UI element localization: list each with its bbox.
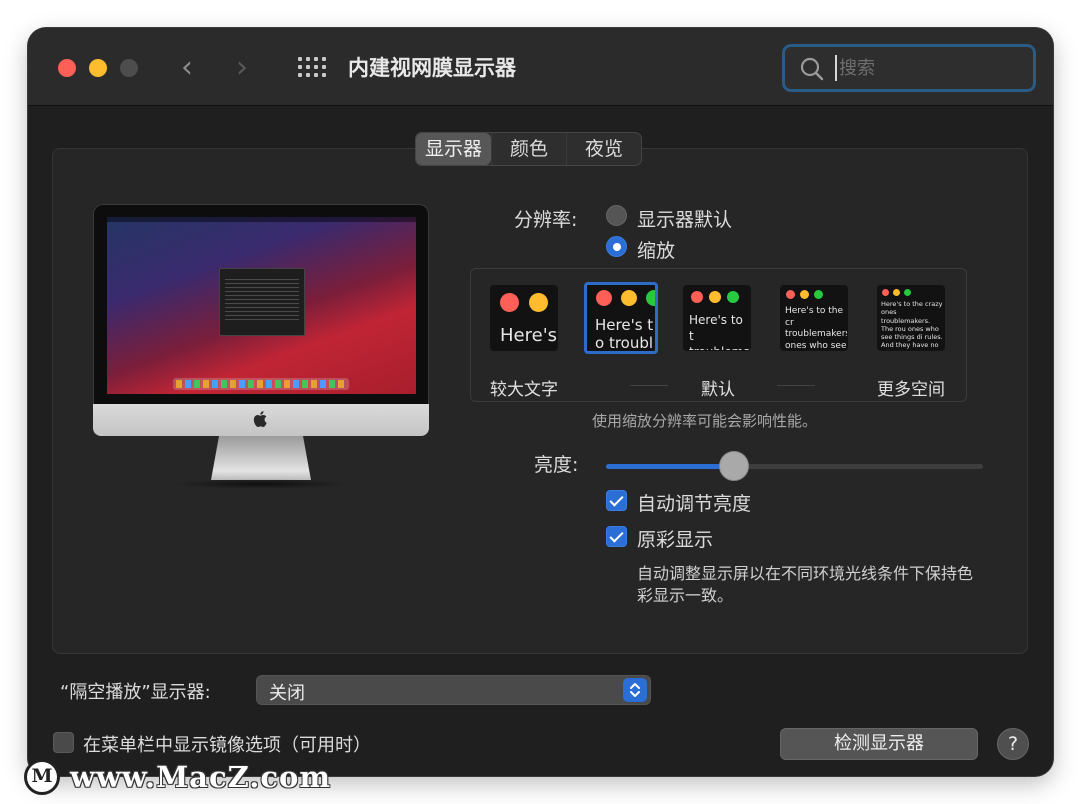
watermark-text: www.MacZ.com [70, 760, 332, 794]
titlebar: ‹ › 内建视网膜显示器 [28, 28, 1053, 106]
scaling-performance-note: 使用缩放分辨率可能会影响性能。 [592, 412, 818, 430]
imac-bezel [93, 204, 429, 404]
system-preferences-window: ‹ › 内建视网膜显示器 显示器 颜色 夜览 [28, 28, 1053, 776]
scale-preview-text: Here's to t troublema ones who [689, 313, 749, 350]
imac-illustration [93, 204, 429, 489]
screen-dock [173, 378, 349, 390]
show-all-grid-icon[interactable] [298, 57, 326, 79]
close-button[interactable] [58, 59, 76, 77]
brightness-slider-fill [606, 464, 735, 469]
airplay-display-value: 关闭 [269, 683, 305, 704]
scale-option-2[interactable]: Here's to troublem [584, 282, 658, 354]
scale-preview-text: Here's [500, 325, 558, 346]
scale-label-larger-text: 较大文字 [490, 380, 558, 400]
airplay-display-label: “隔空播放”显示器: [60, 682, 211, 703]
tab-night-shift[interactable]: 夜览 [566, 133, 641, 165]
tab-bar: 显示器 颜色 夜览 [415, 132, 642, 166]
scale-tick [777, 385, 815, 386]
brightness-slider[interactable] [606, 451, 983, 481]
tab-display[interactable]: 显示器 [416, 133, 491, 165]
minimize-button[interactable] [89, 59, 107, 77]
scale-tick [630, 385, 668, 386]
airplay-display-select[interactable]: 关闭 [256, 675, 651, 705]
scale-option-3[interactable]: Here's to t troublema ones who [683, 285, 751, 351]
search-input[interactable] [835, 55, 1025, 81]
imac-stand [211, 436, 311, 480]
watermark: www.MacZ.com [24, 758, 331, 796]
mirror-option-checkbox[interactable] [53, 732, 74, 753]
scale-option-4[interactable]: Here's to the cr troublemakers. ones who… [780, 285, 848, 351]
brightness-slider-knob[interactable] [719, 451, 750, 481]
auto-brightness-label[interactable]: 自动调节亮度 [637, 489, 751, 516]
radio-default-for-display[interactable] [606, 205, 627, 226]
window-controls-icon [500, 293, 548, 312]
screen-menubar [107, 217, 416, 222]
true-tone-checkbox[interactable] [606, 526, 627, 547]
auto-brightness-checkbox[interactable] [606, 490, 627, 511]
true-tone-label[interactable]: 原彩显示 [637, 525, 713, 552]
window-controls-icon [596, 290, 655, 306]
resolution-label: 分辨率: [514, 209, 578, 231]
scale-option-1[interactable]: Here's [490, 285, 558, 351]
select-arrows-icon [623, 678, 647, 702]
zoom-button[interactable] [120, 59, 138, 77]
radio-scaled[interactable] [606, 236, 627, 257]
window-controls-icon [882, 289, 911, 296]
help-button[interactable]: ? [997, 728, 1029, 760]
search-field[interactable] [782, 44, 1036, 92]
window-title: 内建视网膜显示器 [348, 56, 516, 80]
true-tone-description-line1: 自动调整显示屏以在不同环境光线条件下保持色 [637, 564, 974, 583]
scale-option-5[interactable]: Here's to the crazy ones troublemakers. … [877, 285, 945, 351]
back-chevron-icon[interactable]: ‹ [181, 50, 193, 85]
radio-default-label[interactable]: 显示器默认 [637, 205, 732, 232]
radio-scaled-label[interactable]: 缩放 [637, 236, 675, 263]
scale-preview-text: Here's to troublem [595, 316, 654, 352]
scale-label-default: 默认 [701, 380, 735, 400]
screen-window [219, 268, 305, 336]
detect-displays-button[interactable]: 检测显示器 [780, 728, 978, 760]
search-icon [800, 57, 824, 81]
scale-label-more-space: 更多空间 [877, 380, 945, 400]
apple-logo-icon [253, 411, 267, 427]
window-controls-icon [786, 290, 823, 299]
scale-preview-text: Here's to the cr troublemakers. ones who… [785, 306, 847, 350]
brightness-label: 亮度: [534, 454, 579, 476]
tab-color[interactable]: 颜色 [491, 133, 566, 165]
mirror-option-label[interactable]: 在菜单栏中显示镜像选项（可用时） [83, 731, 371, 757]
true-tone-description-line2: 彩显示一致。 [637, 586, 734, 605]
forward-chevron-icon[interactable]: › [236, 50, 248, 85]
scaling-options: Here's Here's to troublem Here's to t tr… [470, 268, 967, 402]
imac-screen-wallpaper [107, 217, 416, 394]
window-controls-icon [691, 291, 739, 303]
watermark-logo-icon [24, 759, 60, 795]
imac-shadow [173, 479, 349, 489]
scale-preview-text: Here's to the crazy ones troublemakers. … [881, 300, 943, 350]
